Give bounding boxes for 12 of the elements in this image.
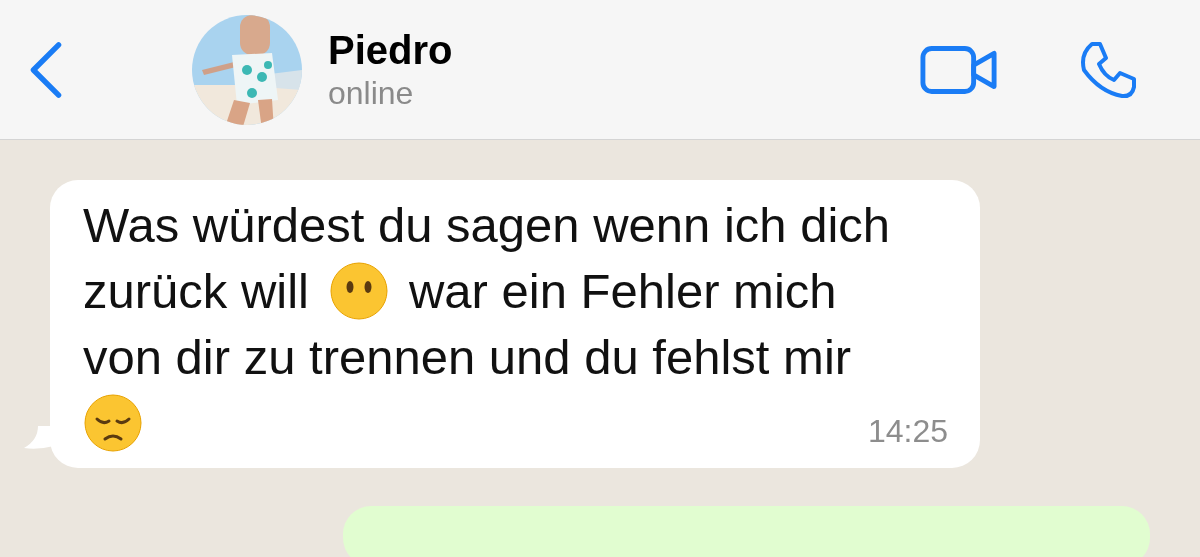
message-text: Was würdest du sagen wenn ich dich bbox=[83, 197, 891, 254]
mouthless-face-icon bbox=[329, 261, 389, 321]
message-time: 14:25 bbox=[867, 413, 948, 450]
sad-face-icon bbox=[83, 393, 143, 453]
phone-icon[interactable] bbox=[1078, 39, 1138, 100]
video-call-icon[interactable] bbox=[920, 44, 998, 95]
message-text: zurück will bbox=[83, 263, 309, 320]
contact-name[interactable]: Piedro bbox=[328, 26, 453, 73]
message-text: war ein Fehler mich bbox=[409, 263, 837, 320]
contact-status: online bbox=[328, 73, 415, 113]
message-text: von dir zu trennen und du fehlst mir bbox=[83, 329, 852, 386]
back-icon[interactable] bbox=[28, 39, 64, 100]
